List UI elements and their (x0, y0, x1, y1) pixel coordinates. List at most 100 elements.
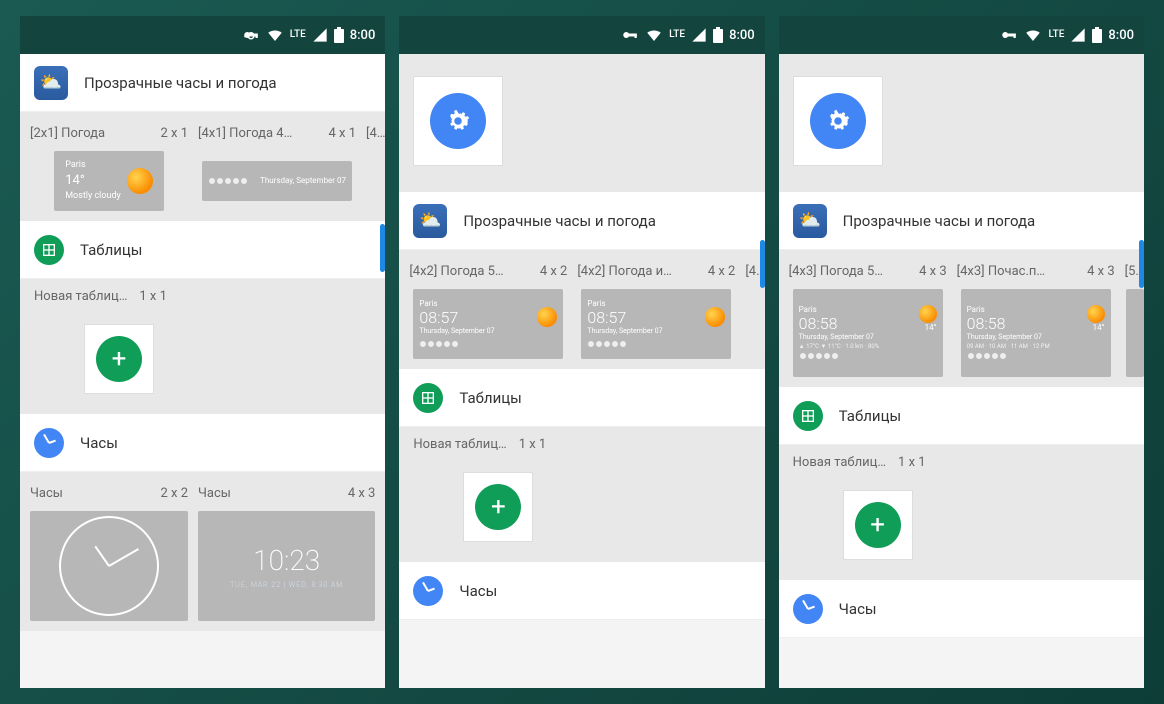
section-sheets[interactable]: Таблицы (20, 221, 385, 279)
section-clock[interactable]: Часы (779, 580, 1144, 638)
section-clock-title: Часы (459, 582, 497, 600)
section-weather[interactable]: ⛅ Прозрачные часы и погода (20, 54, 385, 112)
widget-size: 4 x 3 (348, 486, 376, 501)
vpn-key-icon (621, 26, 639, 44)
section-sheets[interactable]: Таблицы (399, 369, 764, 427)
sun-icon (1087, 305, 1105, 323)
scrollbar-thumb[interactable] (760, 240, 765, 288)
section-clock[interactable]: Часы (20, 414, 385, 472)
vpn-key-icon (1000, 26, 1018, 44)
sheets-app-icon (413, 383, 443, 413)
widget-item[interactable]: + (463, 472, 533, 542)
widget-preview: Thursday, September 07 (202, 161, 352, 201)
status-bar: LTE 8:00 (20, 16, 385, 54)
battery-icon (1092, 27, 1102, 43)
sheets-app-icon (34, 235, 64, 265)
sun-icon (537, 307, 557, 327)
widget-preview: Paris 14° Mostly cloudy (54, 151, 164, 211)
clock-text: 8:00 (350, 28, 376, 43)
phone-screen-3: LTE 8:00 ⛅ Прозрачные часы и погода [4x3… (779, 16, 1144, 688)
widget-item[interactable]: [4x3] Погода 5… 4 x 3 Paris08:58Thursday… (789, 264, 947, 377)
settings-widgets-row[interactable] (399, 54, 764, 192)
widget-size: 2 x 2 (160, 486, 188, 501)
widget-item[interactable]: + (843, 490, 913, 560)
section-clock-title: Часы (80, 434, 118, 452)
section-sheets-title: Таблицы (839, 407, 901, 425)
lte-indicator: LTE (1048, 30, 1064, 40)
widget-item[interactable]: Часы 4 x 3 10:23 TUE, MAR 22 | WED, 8:30… (198, 486, 375, 621)
phone-screen-2: LTE 8:00 ⛅ Прозрачные часы и погода [4x2… (399, 16, 764, 688)
signal-icon (312, 27, 328, 43)
widget-item[interactable]: [2x1] Погода 2 x 1 Paris 14° Mostly clou… (30, 126, 188, 211)
phone-screen-1: LTE 8:00 ⛅ Прозрачные часы и погода [2x1… (20, 16, 385, 688)
widget-preview: Paris08:57Thursday, September 07 (581, 289, 731, 359)
widget-size: 4 x 3 (1087, 264, 1115, 279)
widget-item[interactable] (413, 76, 503, 166)
widget-picker[interactable]: ⛅ Прозрачные часы и погода [4x3] Погода … (779, 54, 1144, 688)
section-clock[interactable]: Часы (399, 562, 764, 620)
widget-size: 1 x 1 (139, 289, 167, 304)
widget-item[interactable]: Часы 2 x 2 (30, 486, 188, 621)
widget-picker[interactable]: ⛅ Прозрачные часы и погода [2x1] Погода … (20, 54, 385, 688)
wifi-icon (645, 26, 663, 44)
scrollbar-thumb[interactable] (380, 224, 385, 272)
vpn-key-icon (242, 26, 260, 44)
sheets-widgets-row[interactable]: Новая таблиц… 1 x 1 + (20, 279, 385, 414)
clock-text: 8:00 (729, 28, 755, 43)
section-weather[interactable]: ⛅ Прозрачные часы и погода (779, 192, 1144, 250)
widget-preview: Paris08:57Thursday, September 07 (413, 289, 563, 359)
weather-widgets-row[interactable]: [2x1] Погода 2 x 1 Paris 14° Mostly clou… (20, 112, 385, 221)
widget-name: [4x1] Погода 4… (198, 126, 292, 141)
widget-item[interactable]: [4x2] Погода и… 4 x 2 Paris08:57Thursday… (577, 264, 735, 359)
signal-icon (691, 27, 707, 43)
weather-app-icon: ⛅ (34, 66, 68, 100)
widget-name: [4x2] Погода и… (577, 264, 672, 279)
clock-text: 8:00 (1108, 28, 1134, 43)
widget-preview (30, 511, 188, 621)
widget-size: 2 x 1 (160, 126, 188, 141)
section-weather-title: Прозрачные часы и погода (84, 74, 277, 92)
weather-widgets-row[interactable]: [4x3] Погода 5… 4 x 3 Paris08:58Thursday… (779, 250, 1144, 387)
settings-widgets-row[interactable] (779, 54, 1144, 192)
signal-icon (1070, 27, 1086, 43)
widget-preview: Paris08:58Thursday, September 0714° ▲ 17… (793, 289, 943, 377)
widget-preview: Paris08:58Thursday, September 0714° 09 A… (961, 289, 1111, 377)
widget-item[interactable]: [4x3] Почас.п… 4 x 3 Paris08:58Thursday,… (957, 264, 1115, 377)
clock-app-icon (34, 428, 64, 458)
wifi-icon (266, 26, 284, 44)
sun-icon (705, 307, 725, 327)
gear-icon (430, 93, 486, 149)
widget-item[interactable]: + (84, 324, 154, 394)
weather-widgets-row[interactable]: [4x2] Погода 5… 4 x 2 Paris08:57Thursday… (399, 250, 764, 369)
widget-item[interactable] (793, 76, 883, 166)
widget-preview (1126, 289, 1144, 377)
battery-icon (713, 27, 723, 43)
status-bar: LTE 8:00 (399, 16, 764, 54)
section-weather-title: Прозрачные часы и погода (463, 212, 656, 230)
clock-app-icon (793, 594, 823, 624)
clock-widgets-row[interactable]: Часы 2 x 2 Часы 4 x 3 10:23 TUE, MAR 22 … (20, 472, 385, 631)
widget-size: 4 x 3 (919, 264, 947, 279)
widget-item[interactable]: [4… (366, 126, 385, 211)
sun-icon (919, 305, 937, 323)
sheets-widgets-row[interactable]: Новая таблиц… 1 x 1 + (399, 427, 764, 562)
section-weather[interactable]: ⛅ Прозрачные часы и погода (399, 192, 764, 250)
widget-preview: 10:23 TUE, MAR 22 | WED, 8:30 AM (198, 511, 375, 621)
widget-size: 4 x 2 (540, 264, 568, 279)
widget-size: 4 x 1 (328, 126, 356, 141)
weather-app-icon: ⛅ (413, 204, 447, 238)
widget-item[interactable]: [4x2] Погода 5… 4 x 2 Paris08:57Thursday… (409, 264, 567, 359)
widget-picker[interactable]: ⛅ Прозрачные часы и погода [4x2] Погода … (399, 54, 764, 688)
widget-name: [2x1] Погода (30, 126, 105, 141)
widget-name: Часы (30, 486, 63, 501)
section-sheets-title: Таблицы (459, 389, 521, 407)
section-sheets[interactable]: Таблицы (779, 387, 1144, 445)
widget-item[interactable]: [4x1] Погода 4… 4 x 1 Thursday, Septembe… (198, 126, 356, 211)
sheets-widgets-row[interactable]: Новая таблиц… 1 x 1 + (779, 445, 1144, 580)
clock-app-icon (413, 576, 443, 606)
widget-name: [4x3] Почас.п… (957, 264, 1045, 279)
section-clock-title: Часы (839, 600, 877, 618)
add-icon: + (475, 484, 521, 530)
widget-name: Новая таблиц… (413, 437, 506, 452)
scrollbar-thumb[interactable] (1139, 240, 1144, 288)
